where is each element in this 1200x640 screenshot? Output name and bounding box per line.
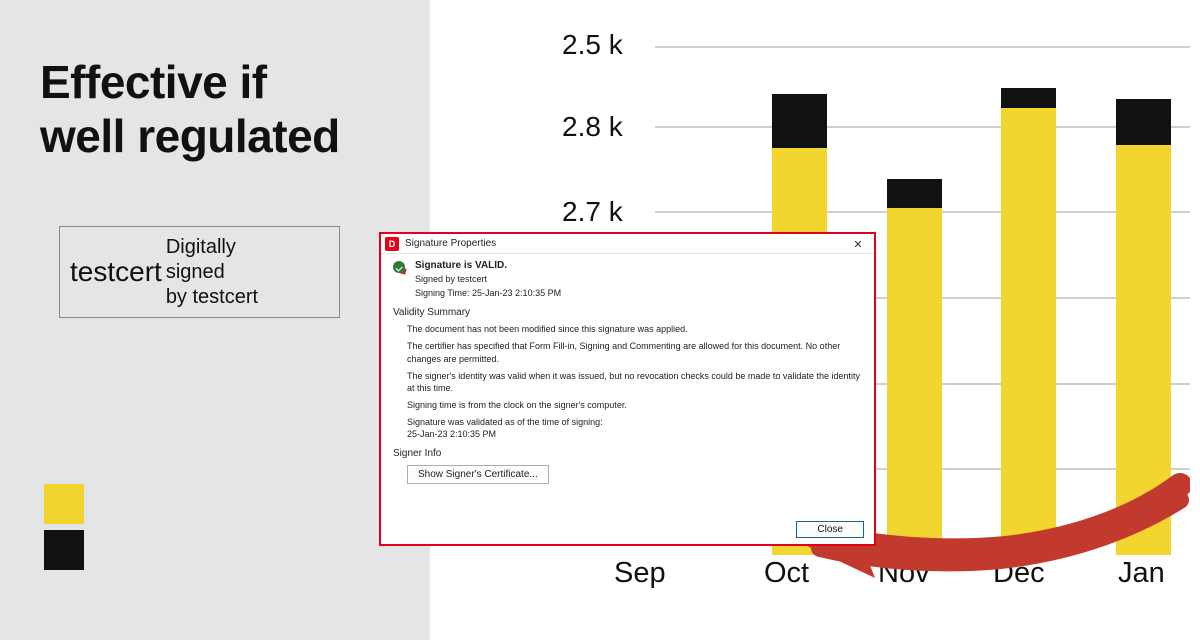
dialog-title: Signature Properties <box>405 238 496 249</box>
show-certificate-button[interactable]: Show Signer's Certificate... <box>407 465 549 484</box>
y-tick-label: 2.5 k <box>562 29 623 61</box>
summary-item: The certifier has specified that Form Fi… <box>407 340 862 364</box>
signature-valid-icon <box>393 261 407 275</box>
x-tick-label: Oct <box>764 557 809 590</box>
left-panel: Effective if well regulated testcert Dig… <box>0 0 430 640</box>
page-title: Effective if well regulated <box>40 55 340 164</box>
y-tick-label: 2.7 k <box>562 196 623 228</box>
dialog-body: Signature is VALID. Signed by testcert S… <box>381 254 874 484</box>
stage: Effective if well regulated testcert Dig… <box>0 0 1200 640</box>
stamp-cert-name: testcert <box>60 256 166 288</box>
summary-item: The signer's identity was valid when it … <box>407 370 862 394</box>
bar-nov-cap <box>887 179 942 208</box>
signing-time-text: Signing Time: 25-Jan-23 2:10:35 PM <box>415 287 561 299</box>
signature-valid-heading: Signature is VALID. <box>415 260 561 271</box>
gridline <box>655 126 1190 128</box>
summary-item: Signing time is from the clock on the si… <box>407 399 862 411</box>
bar-nov-main <box>887 208 942 555</box>
summary-item: The document has not been modified since… <box>407 323 862 335</box>
signed-by-text: Signed by testcert <box>415 273 561 285</box>
bar-dec-cap <box>1001 88 1056 108</box>
signature-stamp[interactable]: testcert Digitally signed by testcert <box>59 226 340 318</box>
dialog-titlebar[interactable]: D Signature Properties ✕ <box>381 234 874 254</box>
x-tick-label: Sep <box>614 557 666 590</box>
signer-info-heading: Signer Info <box>393 448 862 459</box>
close-button[interactable]: Close <box>796 521 864 538</box>
legend-swatch-yellow <box>44 484 84 524</box>
bar-jan-main <box>1116 145 1171 555</box>
legend-swatch-black <box>44 530 84 570</box>
app-icon: D <box>385 237 399 251</box>
bar-oct-cap <box>772 94 827 148</box>
validity-summary-heading: Validity Summary <box>393 307 862 318</box>
bar-dec-main <box>1001 108 1056 555</box>
x-tick-label: Nov <box>878 557 930 590</box>
x-tick-label: Jan <box>1118 557 1165 590</box>
y-tick-label: 2.8 k <box>562 111 623 143</box>
title-line-1: Effective if <box>40 56 267 108</box>
gridline <box>655 46 1190 48</box>
summary-item: Signature was validated as of the time o… <box>407 416 862 440</box>
dialog-close-icon[interactable]: ✕ <box>846 236 870 252</box>
x-tick-label: Dec <box>993 557 1045 590</box>
stamp-description: Digitally signed by testcert <box>166 235 258 310</box>
signature-properties-dialog: D Signature Properties ✕ Signature is VA… <box>379 232 876 546</box>
bar-jan-cap <box>1116 99 1171 145</box>
title-line-2: well regulated <box>40 110 340 162</box>
